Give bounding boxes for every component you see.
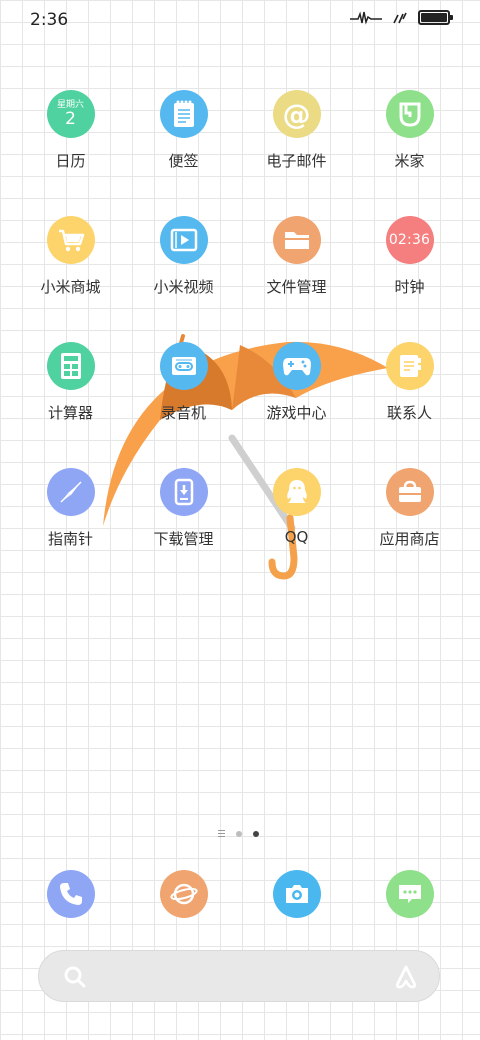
app-file-manager[interactable]: 文件管理 [240, 216, 353, 342]
app-label: 指南针 [47, 530, 93, 548]
app-calendar[interactable]: 星期六 2 日历 [14, 90, 127, 216]
app-label: 计算器 [47, 404, 93, 422]
app-label: 电子邮件 [266, 152, 327, 170]
email-icon: @ [272, 90, 321, 138]
app-email[interactable]: @ 电子邮件 [240, 90, 353, 216]
browser-icon [159, 870, 208, 918]
app-mi-video[interactable]: 小米视频 [127, 216, 240, 342]
compass-icon [46, 468, 95, 516]
app-label: 联系人 [386, 404, 432, 422]
recorder-icon [159, 342, 208, 390]
calendar-day: 2 [65, 109, 76, 129]
clock-time: 02:36 [388, 232, 431, 248]
app-game-center[interactable]: 游戏中心 [240, 342, 353, 468]
app-recorder[interactable]: 录音机 [127, 342, 240, 468]
calendar-icon: 星期六 2 [46, 90, 95, 138]
app-app-store[interactable]: 应用商店 [353, 468, 466, 594]
app-compass[interactable]: 指南针 [14, 468, 127, 594]
contacts-icon [385, 342, 434, 390]
app-label: 日历 [55, 152, 86, 170]
battery-icon [418, 10, 453, 25]
video-icon [159, 216, 208, 264]
app-label: 录音机 [160, 404, 206, 422]
app-store-icon [385, 468, 434, 516]
page-dot [236, 830, 242, 837]
app-label: 米家 [394, 152, 425, 170]
app-download-manager[interactable]: 下载管理 [127, 468, 240, 594]
search-bar[interactable] [38, 950, 440, 1002]
camera-icon [272, 870, 321, 918]
status-icons [350, 10, 453, 25]
app-label: 下载管理 [153, 530, 214, 548]
folder-icon [272, 216, 321, 264]
app-label: 小米商城 [40, 278, 101, 296]
app-label: 文件管理 [266, 278, 327, 296]
app-mijia[interactable]: 米家 [353, 90, 466, 216]
dock-phone[interactable] [14, 870, 127, 918]
app-label: 便签 [168, 152, 199, 170]
dock-messages[interactable] [353, 870, 466, 918]
app-contacts[interactable]: 联系人 [353, 342, 466, 468]
app-qq[interactable]: QQ [240, 468, 353, 594]
status-time: 2:36 [30, 10, 69, 30]
app-grid: 星期六 2 日历 便签 @ 电子邮件 米家 小米商城 小米视频 文件管理 02:… [14, 90, 466, 594]
qq-icon [272, 468, 321, 516]
app-calculator[interactable]: 计算器 [14, 342, 127, 468]
app-label: 游戏中心 [266, 404, 327, 422]
app-label: 时钟 [394, 278, 425, 296]
shopping-cart-icon [46, 216, 95, 264]
calculator-icon [46, 342, 95, 390]
status-bar: 2:36 [0, 0, 480, 40]
search-icon[interactable] [63, 965, 87, 989]
app-notes[interactable]: 便签 [127, 90, 240, 216]
app-mi-store[interactable]: 小米商城 [14, 216, 127, 342]
app-label: QQ [284, 528, 309, 546]
download-icon [159, 468, 208, 516]
mijia-icon [385, 90, 434, 138]
app-clock[interactable]: 02:36 时钟 [353, 216, 466, 342]
signal-wave-icon [350, 10, 382, 25]
dock-browser[interactable] [127, 870, 240, 918]
page-dot-active [253, 830, 259, 837]
page-indicator[interactable] [218, 830, 259, 837]
dock-camera[interactable] [240, 870, 353, 918]
messages-icon [385, 870, 434, 918]
dock [14, 870, 466, 918]
clock-icon: 02:36 [385, 216, 434, 264]
assistant-icon[interactable] [393, 965, 419, 989]
gamepad-icon [272, 342, 321, 390]
phone-icon [46, 870, 95, 918]
page-indicator-home [218, 830, 225, 837]
notes-icon [159, 90, 208, 138]
app-label: 应用商店 [379, 530, 440, 548]
app-label: 小米视频 [153, 278, 214, 296]
wifi-icon [393, 12, 407, 23]
